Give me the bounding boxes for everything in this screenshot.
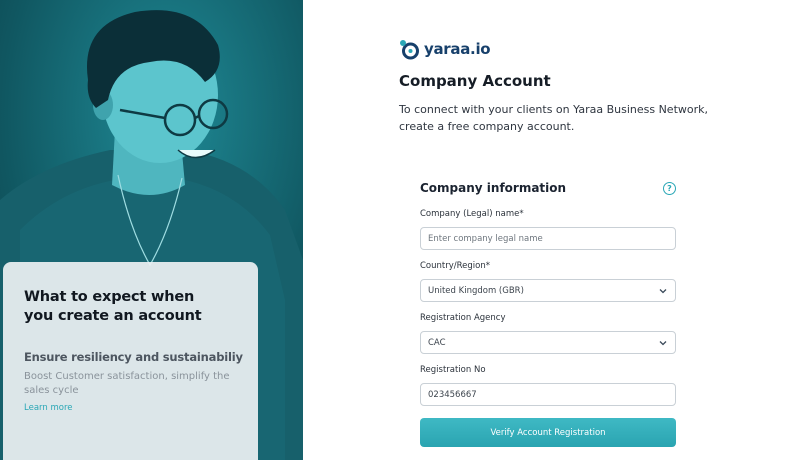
- verify-registration-button[interactable]: Verify Account Registration: [420, 418, 676, 447]
- hero-panel: What to expect when you create an accoun…: [0, 0, 303, 460]
- brand-logo: yaraa.io: [398, 38, 491, 60]
- legal-name-field-box: [420, 227, 676, 250]
- legal-name-label: Company (Legal) name*: [420, 209, 524, 219]
- chevron-down-icon: [659, 340, 667, 345]
- legal-name-input[interactable]: [428, 233, 668, 244]
- learn-more-link[interactable]: Learn more: [24, 403, 244, 413]
- agency-select-value: CAC: [428, 337, 446, 348]
- question-circle-icon[interactable]: ?: [663, 181, 676, 195]
- form-header: Company information ?: [420, 178, 676, 198]
- country-select[interactable]: United Kingdom (GBR): [420, 279, 676, 302]
- reg-no-input[interactable]: [428, 389, 668, 400]
- yaraa-logo-icon: [400, 40, 419, 60]
- country-label: Country/Region*: [420, 261, 490, 271]
- reg-no-label: Registration No: [420, 365, 486, 375]
- info-card-body: Boost Customer satisfaction, simplify th…: [24, 371, 230, 396]
- page-title: Company Account: [399, 72, 551, 90]
- company-info-form: Company information ? Company (Legal) na…: [420, 178, 676, 447]
- country-select-value: United Kingdom (GBR): [428, 285, 524, 296]
- logo-text: yaraa.io: [424, 40, 491, 58]
- info-card: What to expect when you create an accoun…: [3, 262, 258, 460]
- form-title: Company information: [420, 181, 567, 195]
- info-card-title: What to expect when you create an accoun…: [24, 289, 202, 324]
- agency-select[interactable]: CAC: [420, 331, 676, 354]
- reg-no-field-box: [420, 383, 676, 406]
- chevron-down-icon: [659, 288, 667, 293]
- intro-text: To connect with your clients on Yaraa Bu…: [399, 103, 708, 133]
- info-card-subtitle: Ensure resiliency and sustainabiliy: [24, 350, 243, 364]
- agency-label: Registration Agency: [420, 313, 506, 323]
